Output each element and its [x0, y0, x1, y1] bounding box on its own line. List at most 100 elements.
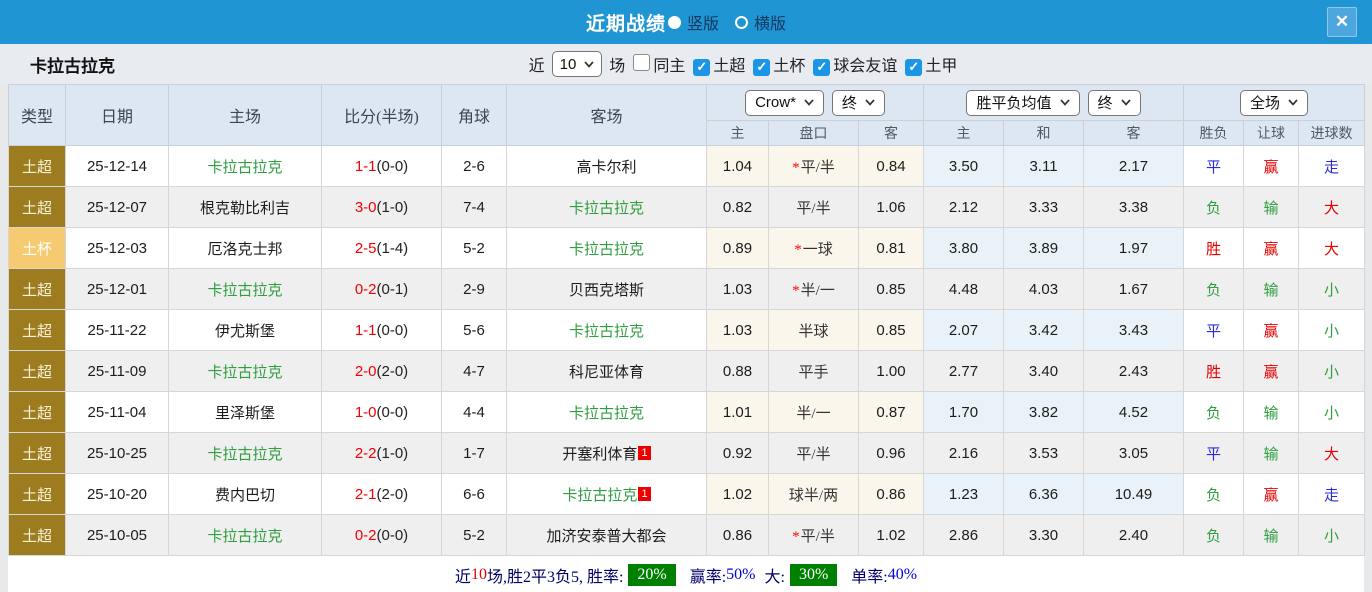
red-card-badge: 1 — [638, 487, 650, 501]
league-type-badge: 土超 — [9, 392, 66, 433]
odds-away: 1.67 — [1084, 269, 1184, 310]
handicap-home-odds: 0.86 — [707, 515, 769, 556]
recent-count-select[interactable]: 10 — [552, 51, 603, 77]
match-date: 25-12-03 — [66, 228, 169, 269]
match-date: 25-11-04 — [66, 392, 169, 433]
fulltime-score: 2-2 — [355, 445, 377, 462]
halftime-score: (2-0) — [377, 486, 409, 503]
league-type-badge: 土超 — [9, 269, 66, 310]
home-team: 费内巴切 — [169, 474, 322, 515]
table-row: 土超25-10-20费内巴切2-1(2-0)6-6卡拉古拉克11.02球半/两0… — [9, 474, 1365, 515]
away-team: 卡拉古拉克 — [507, 310, 707, 351]
handicap-home-odds: 0.88 — [707, 351, 769, 392]
away-team-name: 卡拉古拉克 — [569, 242, 644, 258]
filter-checkbox[interactable]: ✓ — [693, 59, 710, 76]
match-date: 25-10-05 — [66, 515, 169, 556]
close-icon: ✕ — [1335, 12, 1349, 32]
league-type-badge: 土超 — [9, 474, 66, 515]
away-team-name: 贝西克塔斯 — [569, 283, 644, 299]
result-wdl: 平 — [1184, 310, 1244, 351]
table-row: 土超25-10-05卡拉古拉克0-2(0-0)5-2加济安泰普大都会0.86*平… — [9, 515, 1365, 556]
team-name: 卡拉古拉克 — [30, 52, 115, 77]
halftime-score: (1-4) — [377, 240, 409, 257]
away-team-name: 科尼亚体育 — [569, 365, 644, 381]
handicap-home-odds: 1.03 — [707, 310, 769, 351]
close-button[interactable]: ✕ — [1327, 7, 1357, 37]
score: 0-2(0-1) — [322, 269, 442, 310]
odds-draw: 3.11 — [1004, 146, 1084, 187]
odds-home: 1.70 — [924, 392, 1004, 433]
radio-horizontal[interactable] — [735, 16, 748, 29]
handicap-line-text: 平手 — [798, 365, 828, 381]
odds-away: 2.17 — [1084, 146, 1184, 187]
fulltime-score: 3-0 — [355, 199, 377, 216]
subheader-odds-draw: 和 — [1004, 121, 1084, 146]
scope-select[interactable]: 全场 — [1240, 90, 1308, 116]
handicap-away-odds: 0.81 — [859, 228, 924, 269]
handicap-line: *平/半 — [769, 515, 859, 556]
fulltime-score: 0-2 — [355, 527, 377, 544]
result-wdl: 平 — [1184, 433, 1244, 474]
subheader-result-goals: 进球数 — [1299, 121, 1365, 146]
league-type-badge: 土超 — [9, 433, 66, 474]
filter-checkbox[interactable]: ✓ — [813, 59, 830, 76]
home-team: 卡拉古拉克 — [169, 433, 322, 474]
odds-away: 2.40 — [1084, 515, 1184, 556]
corners: 7-4 — [442, 187, 507, 228]
score: 1-1(0-0) — [322, 146, 442, 187]
halftime-score: (1-0) — [377, 445, 409, 462]
handicap-home-odds: 1.02 — [707, 474, 769, 515]
filter-checkbox-label: 土杯 — [773, 58, 805, 75]
result-handicap: 赢 — [1244, 351, 1299, 392]
result-goals: 小 — [1299, 392, 1365, 433]
handicap-line-text: 平/半 — [796, 201, 830, 217]
radio-horizontal-label[interactable]: 横版 — [754, 10, 786, 34]
subheader-ah-away: 客 — [859, 121, 924, 146]
result-wdl: 胜 — [1184, 351, 1244, 392]
fulltime-score: 1-0 — [355, 404, 377, 421]
result-wdl: 平 — [1184, 146, 1244, 187]
away-team: 贝西克塔斯 — [507, 269, 707, 310]
handicap-away-odds: 1.02 — [859, 515, 924, 556]
away-team-name: 开塞利体育 — [562, 447, 637, 463]
result-handicap: 输 — [1244, 433, 1299, 474]
odds-time-select[interactable]: 终 — [832, 90, 885, 116]
score: 1-0(0-0) — [322, 392, 442, 433]
handicap-line: 平/半 — [769, 187, 859, 228]
result-wdl: 胜 — [1184, 228, 1244, 269]
odds-home: 1.23 — [924, 474, 1004, 515]
result-goals: 大 — [1299, 433, 1365, 474]
summary-footer: 近 10 场,胜2平3负5, 胜率: 20% 赢率: 50% 大: 30% 单率… — [8, 556, 1364, 592]
radio-vertical[interactable] — [668, 16, 681, 29]
radio-vertical-label[interactable]: 竖版 — [687, 10, 719, 34]
handicap-line: 平/半 — [769, 433, 859, 474]
filter-checkbox[interactable]: ✓ — [753, 59, 770, 76]
handicap-controls: Crow* 终 — [707, 85, 924, 121]
home-team: 里泽斯堡 — [169, 392, 322, 433]
page-title: 近期战绩 — [586, 9, 666, 36]
handicap-line: 半/一 — [769, 392, 859, 433]
col-header-home: 主场 — [169, 85, 322, 146]
subheader-ah-home: 主 — [707, 121, 769, 146]
odds-company-select[interactable]: Crow* — [745, 90, 824, 116]
filter-bar: 卡拉古拉克 近 10 场 同主✓土超✓土杯✓球会友谊✓土甲 — [0, 44, 1372, 84]
filter-checkbox[interactable]: ✓ — [905, 59, 922, 76]
score: 2-5(1-4) — [322, 228, 442, 269]
result-handicap: 赢 — [1244, 146, 1299, 187]
results-table: 类型 日期 主场 比分(半场) 角球 客场 Crow* 终 — [8, 84, 1365, 556]
result-goals: 大 — [1299, 228, 1365, 269]
halftime-score: (1-0) — [377, 199, 409, 216]
fulltime-score: 2-5 — [355, 240, 377, 257]
filter-checkboxes: 同主✓土超✓土杯✓球会友谊✓土甲 — [625, 52, 957, 76]
odds-draw: 3.33 — [1004, 187, 1084, 228]
filter-checkbox[interactable] — [633, 54, 650, 71]
score: 2-0(2-0) — [322, 351, 442, 392]
chevron-down-icon — [1121, 99, 1131, 106]
odds-home: 2.16 — [924, 433, 1004, 474]
odds-draw: 3.53 — [1004, 433, 1084, 474]
wdl-average-select[interactable]: 胜平负均值 — [966, 90, 1079, 116]
wdl-time-select[interactable]: 终 — [1088, 90, 1141, 116]
away-team-name: 高卡尔利 — [576, 160, 636, 176]
away-team-name: 卡拉古拉克 — [569, 406, 644, 422]
odds-home: 3.50 — [924, 146, 1004, 187]
